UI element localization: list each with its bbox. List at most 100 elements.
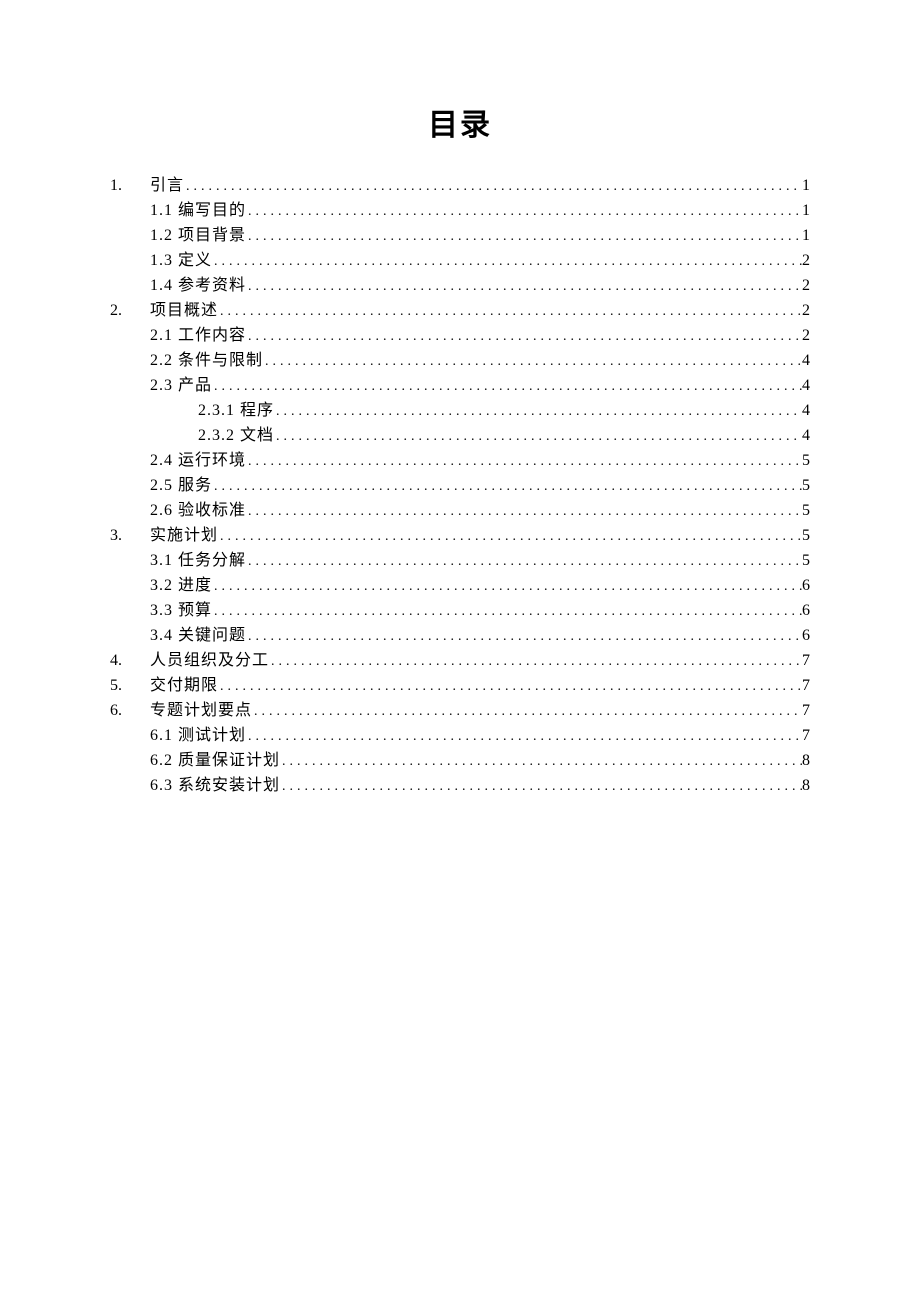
toc-page-number: 8 xyxy=(802,749,810,773)
toc-page-number: 2 xyxy=(802,274,810,298)
toc-leader-dots xyxy=(246,200,802,224)
toc-text: 6.1 测试计划 xyxy=(150,724,246,748)
toc-page-number: 4 xyxy=(802,424,810,448)
toc-page-number: 7 xyxy=(802,674,810,698)
toc-page-number: 4 xyxy=(802,399,810,423)
toc-leader-dots xyxy=(246,450,802,474)
toc-entry: 3.1 任务分解 5 xyxy=(150,549,810,574)
toc-entry: 2.2 条件与限制 4 xyxy=(150,349,810,374)
toc-text: 3.1 任务分解 xyxy=(150,549,246,573)
toc-entry: 3.4 关键问题 6 xyxy=(150,624,810,649)
toc-entry: 2.1 工作内容2 xyxy=(150,324,810,349)
toc-page-number: 5 xyxy=(802,499,810,523)
toc-leader-dots xyxy=(218,525,802,549)
toc-page-number: 4 xyxy=(802,349,810,373)
toc-text: 2.5 服务 xyxy=(150,474,212,498)
toc-number: 6. xyxy=(110,699,150,723)
toc-leader-dots xyxy=(246,625,802,649)
toc-leader-dots xyxy=(246,325,802,349)
toc-leader-dots xyxy=(246,550,802,574)
toc-entry: 2.3 产品 4 xyxy=(150,374,810,399)
toc-text: 1.2 项目背景 xyxy=(150,224,246,248)
toc-number: 1. xyxy=(110,174,150,198)
toc-entry: 3.实施计划5 xyxy=(110,524,810,549)
toc-text: 2.6 验收标准 xyxy=(150,499,246,523)
toc-page-number: 2 xyxy=(802,249,810,273)
toc-page-number: 5 xyxy=(802,474,810,498)
toc-text: 1.3 定义 xyxy=(150,249,212,273)
toc-entry: 6.3 系统安装计划8 xyxy=(150,774,810,799)
toc-leader-dots xyxy=(246,500,802,524)
toc-leader-dots xyxy=(280,750,802,774)
toc-text: 2.3.2 文档 xyxy=(198,424,274,448)
toc-leader-dots xyxy=(212,250,802,274)
toc-page-number: 1 xyxy=(802,224,810,248)
toc-page-number: 2 xyxy=(802,299,810,323)
toc-entry: 3.2 进度6 xyxy=(150,574,810,599)
toc-entry: 6.2 质量保证计划 8 xyxy=(150,749,810,774)
toc-text: 2.2 条件与限制 xyxy=(150,349,263,373)
toc-entry: 4.人员组织及分工 7 xyxy=(110,649,810,674)
toc-leader-dots xyxy=(246,275,802,299)
toc-text: 6.3 系统安装计划 xyxy=(150,774,280,798)
toc-page-number: 2 xyxy=(802,324,810,348)
toc-page-number: 6 xyxy=(802,599,810,623)
toc-leader-dots xyxy=(218,300,802,324)
toc-entry: 2.3.1 程序 4 xyxy=(198,399,810,424)
toc-page-number: 1 xyxy=(802,174,810,198)
toc-leader-dots xyxy=(269,650,802,674)
toc-page-number: 5 xyxy=(802,524,810,548)
toc-leader-dots xyxy=(246,725,802,749)
toc-page-number: 7 xyxy=(802,724,810,748)
toc-entry: 6.1 测试计划 7 xyxy=(150,724,810,749)
toc-leader-dots xyxy=(246,225,802,249)
toc-text: 专题计划要点 xyxy=(150,699,252,723)
toc-entry: 2.3.2 文档 4 xyxy=(198,424,810,449)
toc-entry: 1.4 参考资料 2 xyxy=(150,274,810,299)
toc-number: 3. xyxy=(110,524,150,548)
toc-page-number: 1 xyxy=(802,199,810,223)
toc-number: 4. xyxy=(110,649,150,673)
toc-page-number: 5 xyxy=(802,549,810,573)
toc-entry: 2.项目概述 2 xyxy=(110,299,810,324)
toc-text: 引言 xyxy=(150,174,184,198)
toc-leader-dots xyxy=(280,775,802,799)
toc-leader-dots xyxy=(184,175,802,199)
toc-leader-dots xyxy=(263,350,802,374)
toc-leader-dots xyxy=(212,375,802,399)
toc-number: 2. xyxy=(110,299,150,323)
toc-text: 2.3 产品 xyxy=(150,374,212,398)
toc-page-number: 4 xyxy=(802,374,810,398)
toc-entry: 1.引言 1 xyxy=(110,174,810,199)
toc-entry: 1.1 编写目的 1 xyxy=(150,199,810,224)
toc-entry: 1.3 定义 2 xyxy=(150,249,810,274)
toc-entry: 2.6 验收标准 5 xyxy=(150,499,810,524)
toc-leader-dots xyxy=(274,425,802,449)
toc-number: 5. xyxy=(110,674,150,698)
toc-text: 3.2 进度 xyxy=(150,574,212,598)
toc-text: 1.1 编写目的 xyxy=(150,199,246,223)
toc-entry: 1.2 项目背景 1 xyxy=(150,224,810,249)
toc-leader-dots xyxy=(274,400,802,424)
toc-entry: 2.4 运行环境5 xyxy=(150,449,810,474)
toc-leader-dots xyxy=(212,600,802,624)
toc-text: 人员组织及分工 xyxy=(150,649,269,673)
toc-entry: 5.交付期限 7 xyxy=(110,674,810,699)
toc-page-number: 7 xyxy=(802,699,810,723)
toc-text: 项目概述 xyxy=(150,299,218,323)
toc-text: 1.4 参考资料 xyxy=(150,274,246,298)
toc-text: 3.4 关键问题 xyxy=(150,624,246,648)
toc-text: 2.4 运行环境 xyxy=(150,449,246,473)
toc-page-number: 6 xyxy=(802,624,810,648)
toc-leader-dots xyxy=(252,700,802,724)
toc-leader-dots xyxy=(212,475,802,499)
toc-leader-dots xyxy=(212,575,802,599)
toc-text: 6.2 质量保证计划 xyxy=(150,749,280,773)
toc-text: 2.3.1 程序 xyxy=(198,399,274,423)
toc-page-number: 7 xyxy=(802,649,810,673)
toc-entry: 6.专题计划要点 7 xyxy=(110,699,810,724)
toc-entry: 2.5 服务 5 xyxy=(150,474,810,499)
toc-text: 3.3 预算 xyxy=(150,599,212,623)
toc-text: 交付期限 xyxy=(150,674,218,698)
toc-title: 目录 xyxy=(110,100,810,144)
